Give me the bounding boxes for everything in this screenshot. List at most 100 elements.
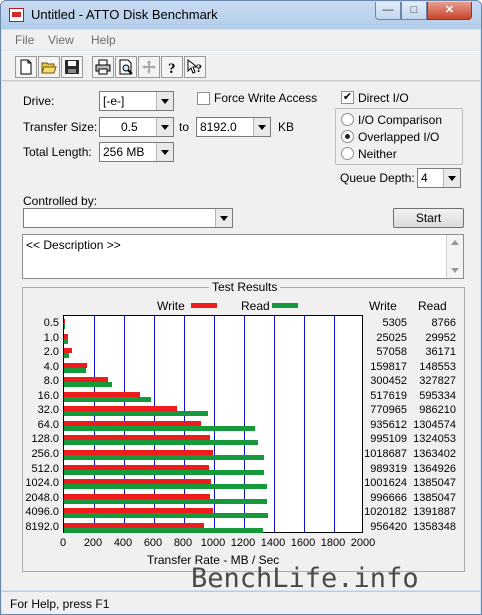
read-value: 8766: [431, 317, 456, 329]
io-comparison-radio[interactable]: [341, 113, 354, 126]
read-bar: [64, 411, 209, 417]
read-value: 595334: [419, 389, 456, 402]
kb-label: KB: [278, 120, 295, 134]
read-bar: [64, 527, 263, 533]
save-button[interactable]: [61, 56, 83, 78]
save-icon: [65, 60, 79, 74]
y-tick-label: 8192.0: [25, 520, 59, 533]
window-title: Untitled - ATTO Disk Benchmark: [31, 7, 218, 22]
io-comparison-label: I/O Comparison: [358, 113, 443, 127]
read-bar: [64, 338, 69, 344]
read-value: 1358348: [413, 520, 456, 533]
legend-read-label: Read: [241, 299, 270, 313]
minimize-button[interactable]: —: [375, 2, 401, 20]
read-bar: [64, 484, 267, 490]
drive-select[interactable]: [-e-]: [99, 91, 174, 111]
column-header-read: Read: [418, 299, 447, 313]
close-button[interactable]: ✕: [427, 2, 472, 20]
neither-radio[interactable]: [341, 147, 354, 160]
y-tick-label: 32.0: [37, 404, 59, 417]
read-value: 1304574: [413, 418, 456, 431]
read-value: 1324053: [413, 433, 456, 446]
description-scrollbar[interactable]: [446, 235, 463, 278]
y-tick-label: 4.0: [43, 360, 59, 373]
total-length-select[interactable]: 256 MB: [99, 142, 174, 162]
y-tick-label: 512.0: [31, 462, 59, 475]
direct-io-checkbox[interactable]: ✔: [341, 91, 354, 104]
context-help-button[interactable]: ?: [184, 56, 206, 78]
settings-panel: Drive: [-e-] Force Write Access ✔ Direct…: [2, 82, 480, 590]
read-bar: [64, 382, 112, 388]
read-value: 1391887: [413, 506, 456, 519]
y-tick-label: 8.0: [43, 375, 59, 388]
transfer-to-select[interactable]: 8192.0: [196, 117, 271, 137]
legend-write-label: Write: [157, 299, 185, 313]
open-button[interactable]: [38, 56, 60, 78]
chevron-down-icon[interactable]: [443, 169, 460, 187]
start-button[interactable]: Start: [393, 208, 464, 228]
direct-io-label: Direct I/O: [358, 91, 409, 105]
new-file-icon: [20, 59, 32, 75]
chevron-down-icon[interactable]: [253, 118, 270, 136]
move-button[interactable]: [138, 56, 160, 78]
read-value: 1364926: [413, 462, 456, 475]
print-button[interactable]: [92, 56, 114, 78]
print-preview-icon: [119, 59, 133, 75]
y-tick-label: 256.0: [31, 447, 59, 460]
transfer-from-value: 0.5: [121, 120, 138, 134]
help-button[interactable]: ?: [161, 56, 183, 78]
toolbar: ? ?: [2, 51, 480, 81]
transfer-to-value: 8192.0: [200, 120, 237, 134]
read-bar: [64, 367, 86, 373]
transfer-rate-chart: [63, 315, 363, 533]
open-folder-icon: [41, 62, 57, 74]
new-file-button[interactable]: [15, 56, 37, 78]
svg-text:?: ?: [196, 61, 202, 75]
chevron-down-icon[interactable]: [156, 92, 173, 110]
print-icon: [95, 59, 111, 75]
overlapped-io-label: Overlapped I/O: [358, 130, 440, 144]
read-value: 1385047: [413, 477, 456, 490]
legend-read-swatch: [272, 303, 298, 308]
atto-app-icon: [9, 8, 24, 22]
controlled-by-select[interactable]: [23, 208, 233, 228]
description-box[interactable]: << Description >>: [22, 234, 464, 279]
help-icon: ?: [168, 61, 176, 75]
title-bar[interactable]: Untitled - ATTO Disk Benchmark — □ ✕: [1, 1, 481, 29]
y-tick-label: 2048.0: [25, 491, 59, 504]
test-results-group: Test Results Write Read Write Read Trans…: [22, 280, 465, 572]
controlled-by-label: Controlled by:: [23, 194, 98, 208]
read-value: 29952: [425, 331, 456, 344]
print-preview-button[interactable]: [115, 56, 137, 78]
status-text: For Help, press F1: [10, 597, 110, 611]
transfer-size-label: Transfer Size:: [23, 120, 98, 134]
read-bar: [64, 498, 267, 504]
scroll-down-icon[interactable]: [451, 268, 459, 273]
read-value: 986210: [419, 404, 456, 417]
overlapped-io-radio[interactable]: [341, 130, 354, 143]
y-tick-label: 16.0: [37, 389, 59, 402]
grid-line: [334, 316, 335, 532]
y-tick-label: 128.0: [31, 433, 59, 446]
menu-help[interactable]: Help: [91, 33, 116, 47]
queue-depth-select[interactable]: 4: [417, 168, 461, 188]
menu-file[interactable]: File: [15, 33, 34, 47]
chevron-down-icon[interactable]: [156, 118, 173, 136]
y-tick-label: 0.5: [43, 317, 59, 329]
force-write-checkbox[interactable]: [197, 92, 210, 105]
read-bar: [64, 353, 70, 359]
total-length-value: 256 MB: [103, 145, 145, 159]
force-write-label: Force Write Access: [214, 91, 318, 105]
chevron-down-icon[interactable]: [156, 143, 173, 161]
scroll-up-icon[interactable]: [451, 240, 459, 245]
menu-view[interactable]: View: [48, 33, 74, 47]
y-tick-label: 4096.0: [25, 506, 59, 519]
drive-label: Drive:: [23, 94, 55, 108]
status-bar: For Help, press F1: [2, 591, 480, 614]
chevron-down-icon[interactable]: [215, 209, 232, 227]
y-tick-label: 2.0: [43, 346, 59, 359]
maximize-button[interactable]: □: [401, 2, 427, 20]
results-title: Test Results: [209, 280, 281, 294]
read-bar: [64, 469, 264, 475]
transfer-from-select[interactable]: 0.5: [99, 117, 174, 137]
